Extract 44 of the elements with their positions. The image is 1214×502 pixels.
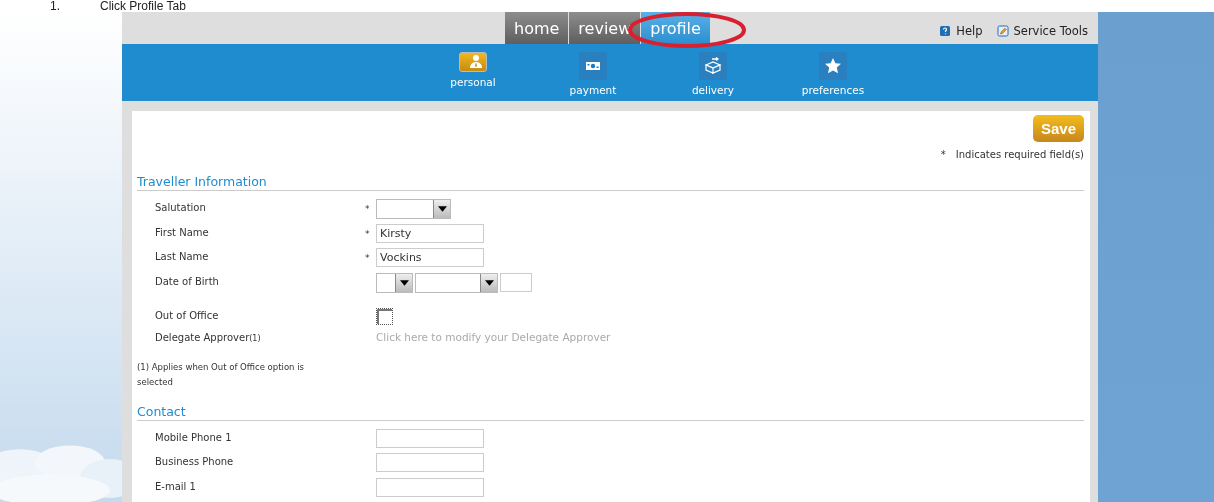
required-note: Indicates required field(s): [955, 149, 1084, 160]
delegate-link[interactable]: Click here to modify your Delegate Approver: [376, 329, 611, 343]
field-label: E-mail 1: [155, 479, 197, 492]
required-mark: *: [365, 253, 370, 263]
subnav-item[interactable]: preferences: [773, 43, 893, 101]
year-field[interactable]: [500, 272, 532, 292]
field-label: Mobile Phone 1: [155, 430, 233, 443]
input-field[interactable]: [376, 477, 484, 497]
subnav-item[interactable]: payment: [533, 43, 653, 101]
required-mark: *: [940, 149, 946, 160]
day-dropdown[interactable]: [376, 272, 413, 293]
subnav-item[interactable]: delivery: [653, 43, 773, 101]
step-number: 1.: [50, 0, 60, 12]
nav-tab[interactable]: review: [569, 12, 642, 44]
caret-icon: [399, 279, 409, 286]
field-label: Delegate Approver(1): [155, 331, 262, 343]
input-field[interactable]: [376, 428, 484, 448]
field-label: Last Name: [155, 250, 210, 262]
help-icon: [939, 25, 952, 37]
nav-tab[interactable]: home: [505, 12, 570, 44]
section-title: Contact: [137, 403, 1084, 421]
field-label: Salutation: [155, 201, 207, 213]
step-instruction: Click Profile Tab: [100, 0, 186, 12]
subnav-item[interactable]: personal: [413, 43, 533, 101]
save-button[interactable]: Save: [1032, 115, 1084, 142]
caret-icon: [484, 279, 494, 286]
field-label: Out of Office: [155, 309, 220, 321]
section-title: Traveller Information: [137, 174, 1084, 191]
caret-icon: [437, 206, 447, 212]
box-icon: [703, 55, 723, 76]
input-field[interactable]: Vockins: [376, 248, 484, 267]
input-field[interactable]: [376, 453, 484, 472]
field-label: Business Phone: [155, 455, 235, 467]
input-field[interactable]: Kirsty: [376, 223, 484, 243]
required-mark: *: [365, 204, 370, 214]
field-label: First Name: [155, 225, 210, 238]
field-label: Date of Birth: [155, 274, 220, 287]
dropdown[interactable]: [376, 199, 451, 219]
checkbox[interactable]: [376, 308, 393, 325]
header-link[interactable]: Service Tools: [996, 24, 1088, 38]
required-mark: *: [365, 228, 370, 239]
pencil-icon: [996, 25, 1009, 37]
header-link[interactable]: Help: [939, 24, 983, 38]
footnote: (1) Applies when Out of Office option is selected: [137, 360, 305, 389]
